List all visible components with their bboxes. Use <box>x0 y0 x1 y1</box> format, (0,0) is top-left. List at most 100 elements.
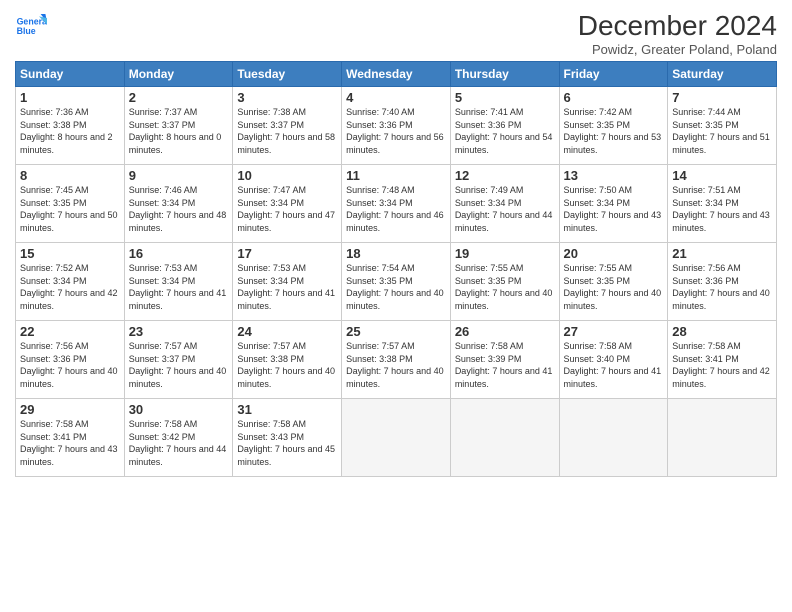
col-friday: Friday <box>559 62 668 87</box>
calendar-cell: 1 Sunrise: 7:36 AM Sunset: 3:38 PM Dayli… <box>16 87 125 165</box>
col-tuesday: Tuesday <box>233 62 342 87</box>
calendar-cell: 18 Sunrise: 7:54 AM Sunset: 3:35 PM Dayl… <box>342 243 451 321</box>
day-number: 8 <box>20 168 120 183</box>
day-number: 22 <box>20 324 120 339</box>
day-number: 15 <box>20 246 120 261</box>
day-info: Sunrise: 7:55 AM Sunset: 3:35 PM Dayligh… <box>564 262 664 312</box>
day-info: Sunrise: 7:57 AM Sunset: 3:38 PM Dayligh… <box>346 340 446 390</box>
day-number: 21 <box>672 246 772 261</box>
day-info: Sunrise: 7:53 AM Sunset: 3:34 PM Dayligh… <box>237 262 337 312</box>
calendar-cell: 11 Sunrise: 7:48 AM Sunset: 3:34 PM Dayl… <box>342 165 451 243</box>
day-info: Sunrise: 7:41 AM Sunset: 3:36 PM Dayligh… <box>455 106 555 156</box>
calendar-cell: 25 Sunrise: 7:57 AM Sunset: 3:38 PM Dayl… <box>342 321 451 399</box>
calendar-cell: 13 Sunrise: 7:50 AM Sunset: 3:34 PM Dayl… <box>559 165 668 243</box>
calendar-cell: 2 Sunrise: 7:37 AM Sunset: 3:37 PM Dayli… <box>124 87 233 165</box>
calendar-cell: 5 Sunrise: 7:41 AM Sunset: 3:36 PM Dayli… <box>450 87 559 165</box>
day-number: 10 <box>237 168 337 183</box>
day-number: 14 <box>672 168 772 183</box>
day-number: 9 <box>129 168 229 183</box>
day-number: 12 <box>455 168 555 183</box>
calendar-cell: 21 Sunrise: 7:56 AM Sunset: 3:36 PM Dayl… <box>668 243 777 321</box>
day-info: Sunrise: 7:45 AM Sunset: 3:35 PM Dayligh… <box>20 184 120 234</box>
calendar-cell: 4 Sunrise: 7:40 AM Sunset: 3:36 PM Dayli… <box>342 87 451 165</box>
day-info: Sunrise: 7:56 AM Sunset: 3:36 PM Dayligh… <box>20 340 120 390</box>
calendar-cell: 24 Sunrise: 7:57 AM Sunset: 3:38 PM Dayl… <box>233 321 342 399</box>
day-info: Sunrise: 7:48 AM Sunset: 3:34 PM Dayligh… <box>346 184 446 234</box>
calendar-cell: 23 Sunrise: 7:57 AM Sunset: 3:37 PM Dayl… <box>124 321 233 399</box>
logo: General Blue <box>15 10 47 42</box>
calendar-cell: 29 Sunrise: 7:58 AM Sunset: 3:41 PM Dayl… <box>16 399 125 477</box>
title-area: December 2024 Powidz, Greater Poland, Po… <box>578 10 777 57</box>
calendar-cell: 16 Sunrise: 7:53 AM Sunset: 3:34 PM Dayl… <box>124 243 233 321</box>
calendar-cell: 31 Sunrise: 7:58 AM Sunset: 3:43 PM Dayl… <box>233 399 342 477</box>
day-number: 16 <box>129 246 229 261</box>
day-info: Sunrise: 7:58 AM Sunset: 3:42 PM Dayligh… <box>129 418 229 468</box>
day-number: 28 <box>672 324 772 339</box>
col-monday: Monday <box>124 62 233 87</box>
calendar-table: Sunday Monday Tuesday Wednesday Thursday… <box>15 61 777 477</box>
col-sunday: Sunday <box>16 62 125 87</box>
location-subtitle: Powidz, Greater Poland, Poland <box>578 42 777 57</box>
calendar-cell: 30 Sunrise: 7:58 AM Sunset: 3:42 PM Dayl… <box>124 399 233 477</box>
calendar-cell: 8 Sunrise: 7:45 AM Sunset: 3:35 PM Dayli… <box>16 165 125 243</box>
day-info: Sunrise: 7:57 AM Sunset: 3:37 PM Dayligh… <box>129 340 229 390</box>
calendar-cell: 22 Sunrise: 7:56 AM Sunset: 3:36 PM Dayl… <box>16 321 125 399</box>
day-number: 5 <box>455 90 555 105</box>
day-number: 13 <box>564 168 664 183</box>
day-number: 7 <box>672 90 772 105</box>
day-number: 2 <box>129 90 229 105</box>
day-info: Sunrise: 7:53 AM Sunset: 3:34 PM Dayligh… <box>129 262 229 312</box>
col-wednesday: Wednesday <box>342 62 451 87</box>
day-info: Sunrise: 7:58 AM Sunset: 3:41 PM Dayligh… <box>20 418 120 468</box>
day-number: 25 <box>346 324 446 339</box>
day-number: 26 <box>455 324 555 339</box>
calendar-cell: 14 Sunrise: 7:51 AM Sunset: 3:34 PM Dayl… <box>668 165 777 243</box>
day-info: Sunrise: 7:56 AM Sunset: 3:36 PM Dayligh… <box>672 262 772 312</box>
calendar-cell: 6 Sunrise: 7:42 AM Sunset: 3:35 PM Dayli… <box>559 87 668 165</box>
calendar-cell: 27 Sunrise: 7:58 AM Sunset: 3:40 PM Dayl… <box>559 321 668 399</box>
day-info: Sunrise: 7:44 AM Sunset: 3:35 PM Dayligh… <box>672 106 772 156</box>
day-number: 27 <box>564 324 664 339</box>
day-info: Sunrise: 7:58 AM Sunset: 3:39 PM Dayligh… <box>455 340 555 390</box>
day-info: Sunrise: 7:36 AM Sunset: 3:38 PM Dayligh… <box>20 106 120 156</box>
day-info: Sunrise: 7:54 AM Sunset: 3:35 PM Dayligh… <box>346 262 446 312</box>
day-number: 31 <box>237 402 337 417</box>
day-info: Sunrise: 7:40 AM Sunset: 3:36 PM Dayligh… <box>346 106 446 156</box>
day-number: 17 <box>237 246 337 261</box>
day-number: 11 <box>346 168 446 183</box>
day-number: 19 <box>455 246 555 261</box>
header-row: Sunday Monday Tuesday Wednesday Thursday… <box>16 62 777 87</box>
day-info: Sunrise: 7:49 AM Sunset: 3:34 PM Dayligh… <box>455 184 555 234</box>
day-info: Sunrise: 7:47 AM Sunset: 3:34 PM Dayligh… <box>237 184 337 234</box>
calendar-cell: 12 Sunrise: 7:49 AM Sunset: 3:34 PM Dayl… <box>450 165 559 243</box>
day-number: 24 <box>237 324 337 339</box>
day-info: Sunrise: 7:46 AM Sunset: 3:34 PM Dayligh… <box>129 184 229 234</box>
calendar-cell: 7 Sunrise: 7:44 AM Sunset: 3:35 PM Dayli… <box>668 87 777 165</box>
calendar-container: General Blue December 2024 Powidz, Great… <box>0 0 792 487</box>
day-info: Sunrise: 7:58 AM Sunset: 3:43 PM Dayligh… <box>237 418 337 468</box>
calendar-cell: 28 Sunrise: 7:58 AM Sunset: 3:41 PM Dayl… <box>668 321 777 399</box>
calendar-cell: 20 Sunrise: 7:55 AM Sunset: 3:35 PM Dayl… <box>559 243 668 321</box>
calendar-cell: 10 Sunrise: 7:47 AM Sunset: 3:34 PM Dayl… <box>233 165 342 243</box>
day-number: 18 <box>346 246 446 261</box>
day-info: Sunrise: 7:58 AM Sunset: 3:40 PM Dayligh… <box>564 340 664 390</box>
day-number: 4 <box>346 90 446 105</box>
day-number: 6 <box>564 90 664 105</box>
day-number: 1 <box>20 90 120 105</box>
calendar-cell <box>342 399 451 477</box>
day-number: 20 <box>564 246 664 261</box>
day-info: Sunrise: 7:55 AM Sunset: 3:35 PM Dayligh… <box>455 262 555 312</box>
calendar-cell <box>668 399 777 477</box>
day-info: Sunrise: 7:37 AM Sunset: 3:37 PM Dayligh… <box>129 106 229 156</box>
day-info: Sunrise: 7:57 AM Sunset: 3:38 PM Dayligh… <box>237 340 337 390</box>
logo-icon: General Blue <box>15 10 47 42</box>
col-thursday: Thursday <box>450 62 559 87</box>
col-saturday: Saturday <box>668 62 777 87</box>
calendar-cell: 15 Sunrise: 7:52 AM Sunset: 3:34 PM Dayl… <box>16 243 125 321</box>
day-number: 30 <box>129 402 229 417</box>
day-info: Sunrise: 7:51 AM Sunset: 3:34 PM Dayligh… <box>672 184 772 234</box>
day-number: 29 <box>20 402 120 417</box>
day-number: 23 <box>129 324 229 339</box>
header: General Blue December 2024 Powidz, Great… <box>15 10 777 57</box>
month-title: December 2024 <box>578 10 777 42</box>
